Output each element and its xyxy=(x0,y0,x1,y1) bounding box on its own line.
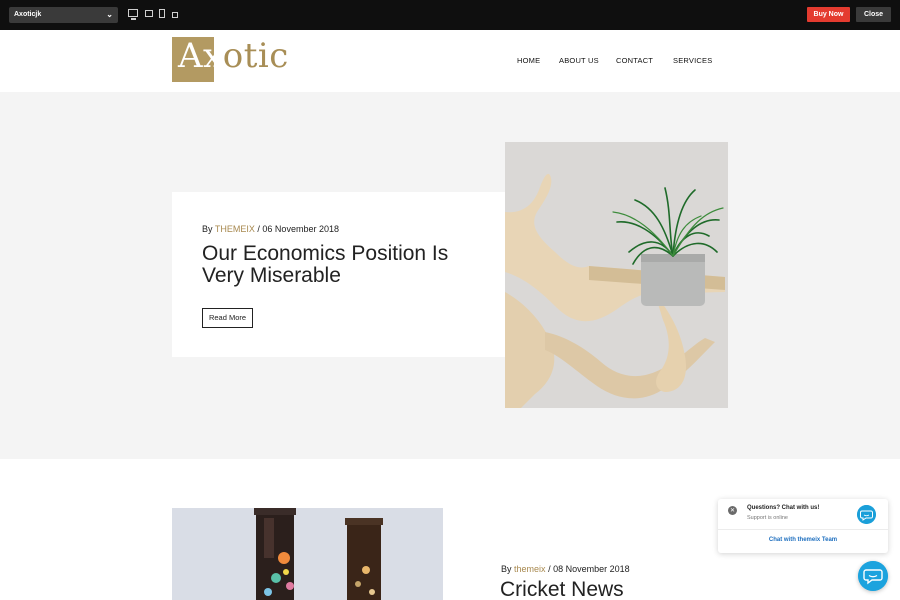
meta-separator-2: / xyxy=(548,564,551,574)
bottles-image xyxy=(172,508,443,600)
theme-selector-label: Axoticjk xyxy=(14,11,42,18)
chat-divider xyxy=(718,529,888,530)
nav-home[interactable]: HOME xyxy=(517,56,540,65)
chat-with-team-link[interactable]: Chat with themeix Team xyxy=(718,537,888,543)
chat-popup: ✕ Questions? Chat with us! Support is on… xyxy=(718,499,888,553)
post-by-label: By xyxy=(202,224,213,234)
site-header: Axotic HOME ABOUT US CONTACT SERVICES xyxy=(0,30,900,92)
read-more-button[interactable]: Read More xyxy=(202,308,253,328)
post-author-link[interactable]: THEMEIX xyxy=(215,224,255,234)
tablet-icon[interactable] xyxy=(159,9,165,18)
laptop-icon[interactable] xyxy=(145,10,153,17)
post-date: 06 November 2018 xyxy=(262,224,339,234)
post-date-2: 08 November 2018 xyxy=(553,564,630,574)
post-meta: By THEMEIX / 06 November 2018 xyxy=(202,224,339,234)
nav-about-us[interactable]: ABOUT US xyxy=(559,56,599,65)
site-logo[interactable]: Axotic xyxy=(178,36,289,76)
nav-contact[interactable]: CONTACT xyxy=(616,56,653,65)
chat-launcher-button[interactable] xyxy=(858,561,888,591)
post-by-label-2: By xyxy=(501,564,512,574)
nav-services[interactable]: SERVICES xyxy=(673,56,712,65)
meta-separator: / xyxy=(257,224,260,234)
post-author-link-2[interactable]: themeix xyxy=(514,564,546,574)
theme-selector[interactable]: Axoticjk ⌄ xyxy=(9,7,118,23)
close-icon[interactable]: ✕ xyxy=(728,506,737,515)
buy-now-button[interactable]: Buy Now xyxy=(807,7,850,22)
post-title[interactable]: Our Economics Position Is Very Miserable xyxy=(202,243,482,287)
preview-toolbar: Axoticjk ⌄ Buy Now Close xyxy=(0,0,900,30)
chevron-down-icon: ⌄ xyxy=(106,10,113,19)
close-button[interactable]: Close xyxy=(856,7,891,22)
desktop-icon[interactable] xyxy=(128,9,138,20)
chat-question: Questions? Chat with us! xyxy=(747,505,820,511)
chat-bubble-icon xyxy=(857,505,876,524)
post-meta-2: By themeix / 08 November 2018 xyxy=(501,564,630,574)
mobile-icon[interactable] xyxy=(172,12,178,18)
shelf-plant-image xyxy=(505,142,728,408)
post-title-2[interactable]: Cricket News xyxy=(500,578,624,600)
chat-status: Support is online xyxy=(747,515,788,521)
